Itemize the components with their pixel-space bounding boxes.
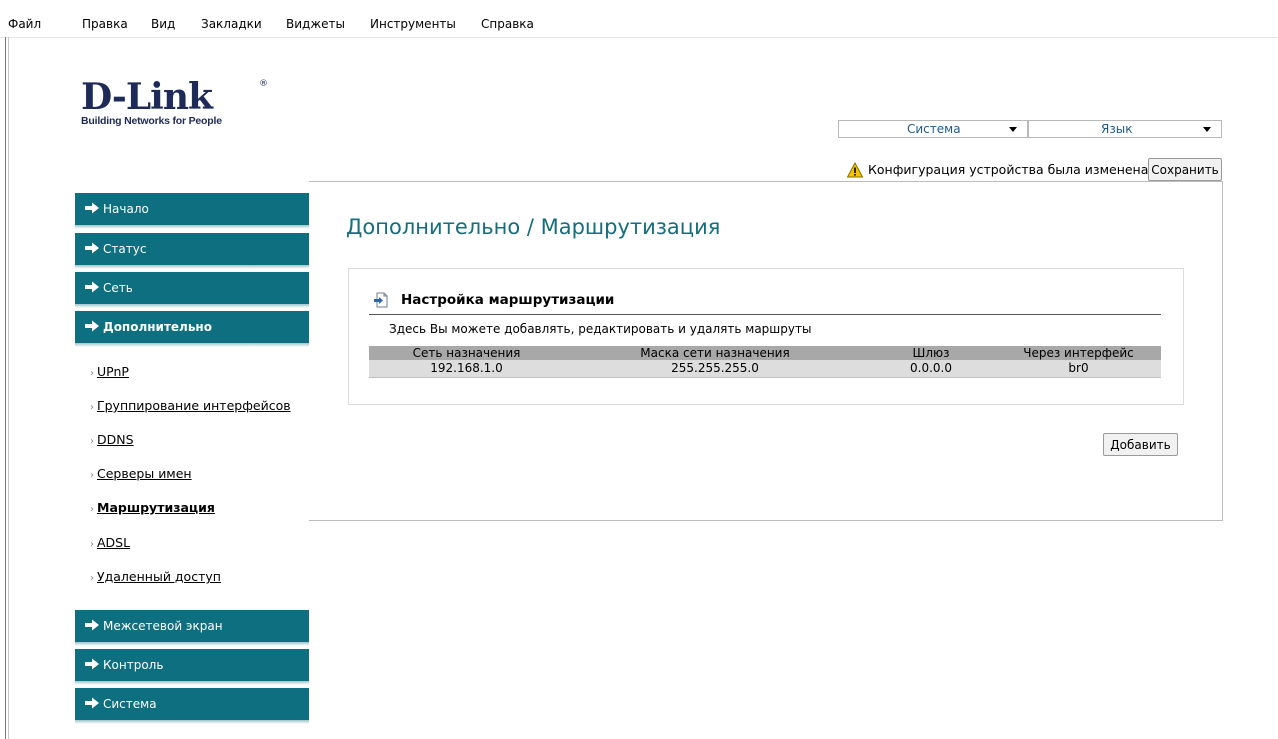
routing-section-box: [348, 268, 1184, 405]
cell-interface: br0: [996, 360, 1161, 378]
subnav-ddns-link[interactable]: DDNS: [97, 432, 134, 447]
arrow-right-icon: [85, 697, 99, 709]
bullet-icon: ›: [90, 368, 94, 379]
nav-firewall[interactable]: Межсетевой экран: [75, 610, 309, 646]
cell-destination: 192.168.1.0: [369, 360, 564, 378]
bullet-icon: ›: [90, 402, 94, 413]
bullet-icon: ›: [90, 436, 94, 447]
document-arrow-icon: [374, 292, 388, 308]
logo-registered-mark: ®: [259, 79, 268, 89]
logo-tagline: Building Networks for People: [81, 115, 222, 127]
subnav-ddns[interactable]: › DDNS: [90, 432, 134, 447]
config-changed-notice: Конфигурация устройства была изменена: [868, 162, 1149, 177]
section-divider: [369, 314, 1161, 315]
bullet-icon: ›: [90, 573, 94, 584]
menu-tools[interactable]: Инструменты: [370, 17, 456, 31]
cell-gateway: 0.0.0.0: [866, 360, 996, 378]
bullet-icon: ›: [90, 470, 94, 481]
language-select[interactable]: Язык: [1028, 120, 1222, 138]
menu-file[interactable]: Файл: [8, 17, 41, 31]
arrow-right-icon: [85, 202, 99, 214]
menu-view[interactable]: Вид: [151, 17, 175, 31]
table-row[interactable]: 192.168.1.0 255.255.255.0 0.0.0.0 br0: [369, 360, 1161, 378]
menu-edit[interactable]: Правка: [82, 17, 128, 31]
warning-icon: [847, 162, 863, 178]
bullet-icon: ›: [90, 504, 94, 515]
col-destination: Сеть назначения: [369, 346, 564, 360]
nav-network-label: Сеть: [103, 281, 133, 295]
arrow-right-icon: [85, 658, 99, 670]
save-button[interactable]: Сохранить: [1148, 158, 1222, 181]
system-select-value: Система: [907, 122, 961, 136]
col-gateway: Шлюз: [866, 346, 996, 360]
nav-control-label: Контроль: [103, 658, 164, 672]
col-interface: Через интерфейс: [996, 346, 1161, 360]
routes-table: Сеть назначения Маска сети назначения Шл…: [369, 346, 1161, 378]
menu-help[interactable]: Справка: [481, 17, 534, 31]
subnav-upnp-link[interactable]: UPnP: [97, 364, 129, 379]
arrow-right-icon: [85, 242, 99, 254]
logo-brand: D-Link: [81, 76, 213, 118]
nav-home-label: Начало: [103, 202, 149, 216]
subnav-name-servers-link[interactable]: Серверы имен: [97, 466, 192, 481]
window-left-border: [5, 37, 9, 739]
nav-control[interactable]: Контроль: [75, 649, 309, 685]
section-description: Здесь Вы можете добавлять, редактировать…: [389, 322, 812, 336]
subnav-adsl-link[interactable]: ADSL: [97, 535, 130, 550]
nav-firewall-label: Межсетевой экран: [103, 619, 223, 633]
arrow-right-icon: [85, 619, 99, 631]
page-title: Дополнительно / Маршрутизация: [346, 215, 721, 239]
table-header-row: Сеть назначения Маска сети назначения Шл…: [369, 346, 1161, 360]
subnav-remote-access[interactable]: › Удаленный доступ: [90, 569, 221, 584]
bullet-icon: ›: [90, 539, 94, 550]
nav-advanced-label: Дополнительно: [103, 320, 212, 334]
nav-status[interactable]: Статус: [75, 233, 309, 269]
subnav-interface-grouping[interactable]: › Группирование интерфейсов: [90, 398, 291, 413]
menu-widgets[interactable]: Виджеты: [286, 17, 345, 31]
arrow-right-icon: [85, 281, 99, 293]
nav-advanced[interactable]: Дополнительно: [75, 311, 309, 347]
nav-network[interactable]: Сеть: [75, 272, 309, 308]
nav-status-label: Статус: [103, 242, 147, 256]
chevron-down-icon: [1009, 127, 1017, 132]
subnav-name-servers[interactable]: › Серверы имен: [90, 466, 192, 481]
system-select[interactable]: Система: [838, 120, 1028, 138]
language-select-value: Язык: [1101, 122, 1133, 136]
add-route-button[interactable]: Добавить: [1103, 433, 1178, 456]
subnav-remote-access-link[interactable]: Удаленный доступ: [97, 569, 221, 584]
nav-system[interactable]: Система: [75, 688, 309, 724]
subnav-adsl[interactable]: › ADSL: [90, 535, 130, 550]
browser-menubar: Файл Правка Вид Закладки Виджеты Инструм…: [0, 0, 1278, 38]
col-netmask: Маска сети назначения: [564, 346, 866, 360]
subnav-upnp[interactable]: › UPnP: [90, 364, 129, 379]
subnav-routing-link[interactable]: Маршрутизация: [97, 500, 215, 515]
menu-bookmarks[interactable]: Закладки: [201, 17, 262, 31]
nav-home[interactable]: Начало: [75, 193, 309, 229]
subnav-routing[interactable]: › Маршрутизация: [90, 500, 215, 515]
chevron-down-icon: [1203, 127, 1211, 132]
dlink-logo: D-Link ® Building Networks for People: [81, 76, 268, 127]
section-title: Настройка маршрутизации: [401, 292, 615, 308]
nav-system-label: Система: [103, 697, 157, 711]
subnav-interface-grouping-link[interactable]: Группирование интерфейсов: [97, 398, 291, 413]
arrow-right-icon: [85, 320, 99, 332]
cell-netmask: 255.255.255.0: [564, 360, 866, 378]
